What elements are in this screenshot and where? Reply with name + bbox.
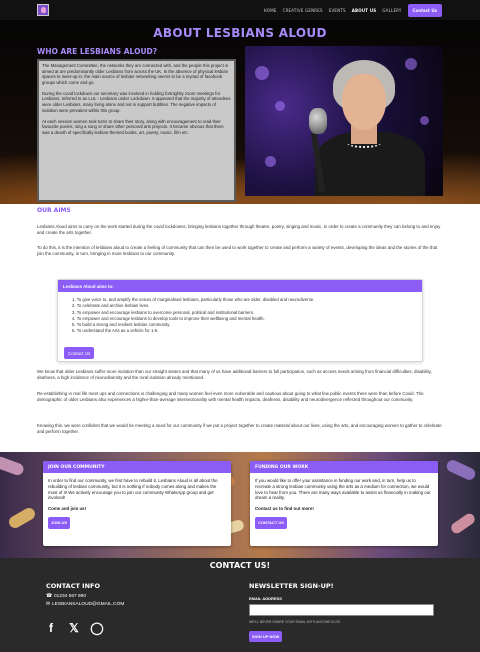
funding-card: FUNDING OUR WORK If you would like to of… [250, 461, 438, 546]
phone-line[interactable]: ☎ 01234 567 890 [46, 594, 86, 599]
nav-contact-button[interactable]: Contact Us [407, 4, 442, 17]
email-line[interactable]: ✉ LESBIANSALOUD@GMAIL.COM [46, 602, 124, 607]
bokeh-light [420, 116, 429, 125]
phone-number: 01234 567 890 [53, 594, 86, 599]
join-card-body: In order to find our community, we first… [43, 473, 231, 529]
bokeh-light [275, 101, 285, 111]
newsletter-email-input[interactable] [249, 604, 434, 616]
join-card-cta: Come and join us! [48, 506, 87, 512]
join-community-card: JOIN OUR COMMUNITY In order to find our … [43, 461, 231, 546]
funding-card-text: If you would like to offer your assistan… [255, 478, 431, 501]
hero-paragraph: The Management Committee, the networks t… [42, 63, 229, 85]
bokeh-light [405, 58, 417, 70]
contact-info-heading: CONTACT INFO [46, 582, 100, 590]
singer-photo [245, 46, 443, 196]
aims-intro: To do this, it is the intention of lesbi… [37, 245, 438, 257]
pill-shape [0, 455, 26, 477]
pill-shape [444, 458, 478, 482]
hero-text-box: The Management Committee, the networks t… [37, 59, 236, 202]
nav-link-creative-genres[interactable]: Creative Genres [283, 8, 323, 13]
aims-contact-button[interactable]: Contact Us [64, 347, 95, 359]
aims-outro: Re-establishing in real life meet ups an… [37, 391, 424, 403]
nav-link-home[interactable]: Home [264, 8, 277, 13]
aims-list: 1. To give voice to, and amplify the voi… [72, 297, 314, 335]
newsletter-heading: NEWSLETTER SIGN-UP! [249, 582, 334, 590]
x-icon[interactable]: 𝕏 [67, 621, 81, 635]
signup-button[interactable]: SIGN UP NOW [249, 631, 283, 642]
funding-card-title: FUNDING OUR WORK [250, 461, 438, 473]
pill-shape [6, 505, 38, 531]
aims-card-title: Lesbians Aloud aims to: [58, 280, 422, 292]
site-logo[interactable] [37, 4, 49, 16]
hero-paragraph: During the covid lockdown our secretary … [42, 90, 231, 113]
nav-link-events[interactable]: Events [329, 8, 346, 13]
top-navbar: Home Creative Genres Events About Us Gal… [0, 0, 480, 20]
phone-icon: ☎ [46, 594, 52, 599]
nav-link-about-us[interactable]: About Us [352, 8, 377, 13]
aims-heading: OUR AIMS [37, 207, 71, 214]
aims-outro: We know that older Lesbians suffer more … [37, 369, 432, 381]
footer-title: CONTACT US! [209, 561, 271, 570]
microphone-icon [309, 108, 327, 134]
hero-section: ABOUT LESBIANS ALOUD WHO ARE LESBIANS AL… [0, 20, 480, 204]
join-card-title: JOIN OUR COMMUNITY [43, 461, 231, 473]
email-label: EMAIL ADDRESS [249, 596, 282, 601]
aims-outro: Knowing this, we were confident that we … [37, 423, 442, 435]
funding-contact-button[interactable]: Contact us [255, 516, 287, 529]
pearl-necklace [347, 138, 381, 148]
social-links: f 𝕏 ◯ [44, 621, 104, 635]
aims-card: Lesbians Aloud aims to: 1. To give voice… [57, 279, 423, 362]
hero-paragraph: At each session women took turns to shar… [42, 118, 224, 135]
hero-subtitle: WHO ARE LESBIANS ALOUD? [37, 47, 158, 56]
pill-shape [449, 511, 477, 536]
list-item: 6. To understand the Arts as a vehicle f… [72, 328, 159, 334]
aims-intro: Lesbians Aloud aims to carry on the work… [37, 224, 441, 236]
facebook-icon[interactable]: f [44, 621, 58, 635]
bokeh-light [265, 156, 276, 167]
instagram-icon[interactable]: ◯ [90, 621, 104, 635]
email-address: LESBIANSALOUD@GMAIL.COM [52, 602, 125, 607]
funding-card-body: If you would like to offer your assistan… [250, 473, 438, 529]
singer-face [342, 74, 386, 130]
email-privacy-note: WE'LL NEVER SHARE YOUR EMAIL WITH ANYONE… [249, 620, 341, 624]
bokeh-light [255, 66, 269, 80]
page-title: ABOUT LESBIANS ALOUD [153, 26, 327, 40]
nav-link-gallery[interactable]: Gallery [382, 8, 401, 13]
funding-card-cta: Contact us to find out more! [255, 506, 314, 512]
join-us-button[interactable]: Join us [48, 516, 71, 529]
join-card-text: In order to find our community, we first… [48, 478, 218, 501]
nav-links: Home Creative Genres Events About Us Gal… [264, 4, 442, 17]
envelope-icon: ✉ [46, 602, 51, 607]
